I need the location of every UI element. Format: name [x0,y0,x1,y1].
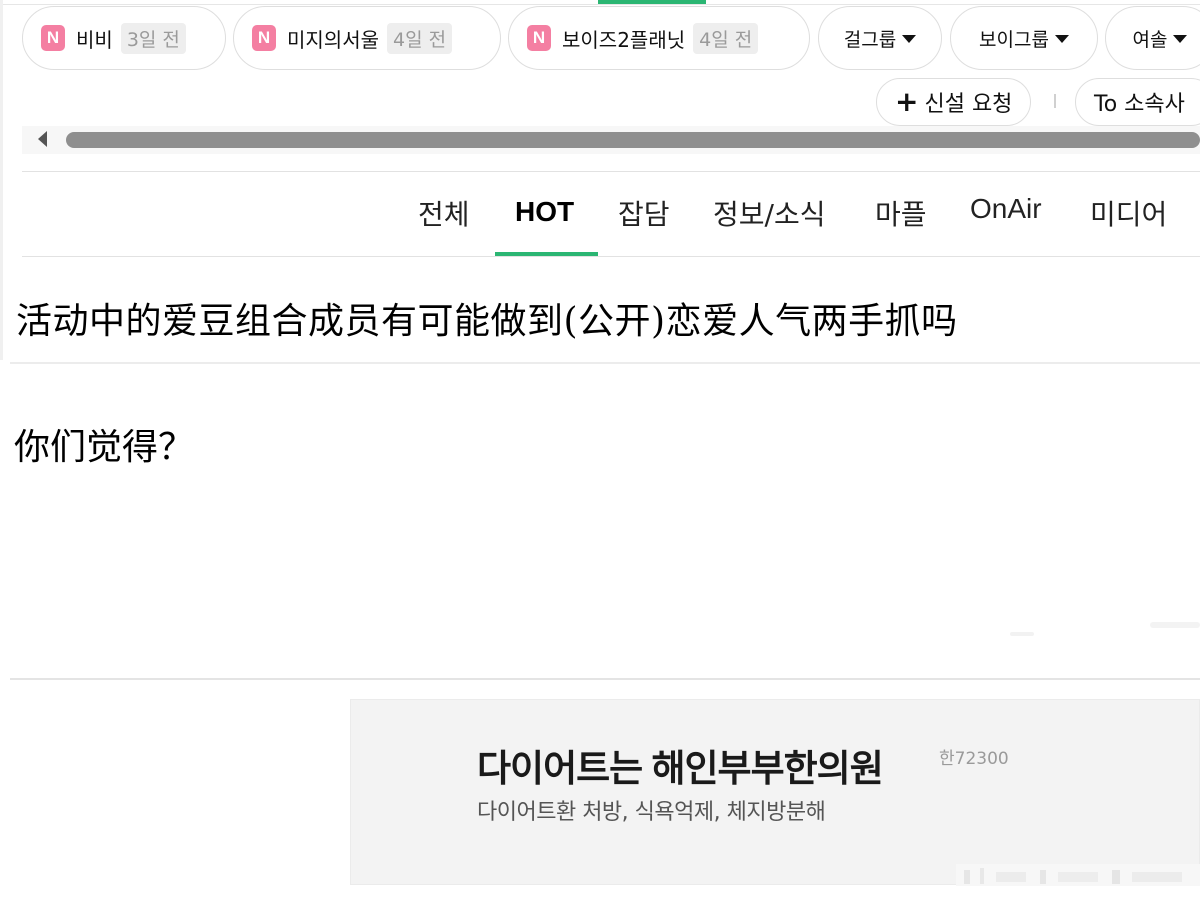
channel-time: 4일 전 [693,22,759,54]
ad-license-code: 한72300 [939,749,1009,769]
caret-down-icon [902,35,917,43]
divider [10,678,1200,680]
channel-time: 4일 전 [387,22,453,54]
ad-title: 다이어트는 해인부부한의원 [477,748,884,789]
tab-all[interactable]: 전체 [418,193,470,233]
channel-chip-bibi[interactable]: N 비비 3일 전 [22,6,226,70]
girlgroup-dropdown[interactable]: 걸그룹 [818,6,942,70]
tab-hot[interactable]: HOT [515,196,574,228]
panel-edge [0,0,3,360]
new-request-label: 신설 요청 [924,92,1013,117]
channel-chip-mijiseoul[interactable]: N 미지의서울 4일 전 [233,6,501,70]
channel-chip-boys2planet[interactable]: N 보이즈2플래닛 4일 전 [508,6,810,70]
caret-down-icon [1054,35,1069,43]
post-body-question: 你们觉得？ [14,418,201,470]
tab-onair[interactable]: OnAir [970,193,1042,225]
female-solo-dropdown[interactable]: 여솔 [1105,6,1200,70]
faint-mark [1010,632,1034,636]
divider [10,362,1200,364]
ad-banner[interactable]: 다이어트는 해인부부한의원 한72300 다이어트환 처방, 식욕억제, 체지방… [350,699,1200,886]
ad-subtitle: 다이어트환 처방, 식욕억제, 체지방분해 [477,800,826,825]
dropdown-label: 보이그룹 [979,28,1049,51]
n-badge-icon: N [41,25,65,51]
scrollbar-thumb[interactable] [66,132,1200,148]
n-badge-icon: N [527,25,551,51]
post-title: 活动中的爱豆组合成员有可能做到(公开)恋爱人气两手抓吗 [16,301,958,342]
boygroup-dropdown[interactable]: 보이그룹 [950,6,1098,70]
scroll-left-arrow-icon[interactable] [38,131,47,147]
separator [1054,94,1056,108]
new-request-button[interactable]: + 신설 요청 [876,78,1032,126]
tab-mapeul[interactable]: 마플 [875,193,927,233]
dropdown-label: 여솔 [1132,28,1168,51]
plus-icon: + [895,85,919,118]
watermark-icon [956,864,1200,886]
dropdown-label: 걸그룹 [843,28,897,51]
channel-name: 비비 [76,27,113,52]
tab-chat[interactable]: 잡담 [618,193,670,233]
divider [22,256,1200,257]
to-agency-button[interactable]: To 소속사 [1075,78,1200,126]
channel-name: 미지의서울 [287,27,379,52]
caret-down-icon [1173,35,1188,43]
tab-info-news[interactable]: 정보/소식 [713,193,825,233]
to-agency-label: To 소속사 [1094,92,1185,117]
n-badge-icon: N [252,25,276,51]
channel-time: 3일 전 [120,22,186,54]
channel-name: 보이즈2플래닛 [562,27,686,52]
faint-mark [1150,622,1200,628]
divider [22,171,1200,172]
divider [0,4,1200,5]
tab-media[interactable]: 미디어 [1090,193,1167,233]
